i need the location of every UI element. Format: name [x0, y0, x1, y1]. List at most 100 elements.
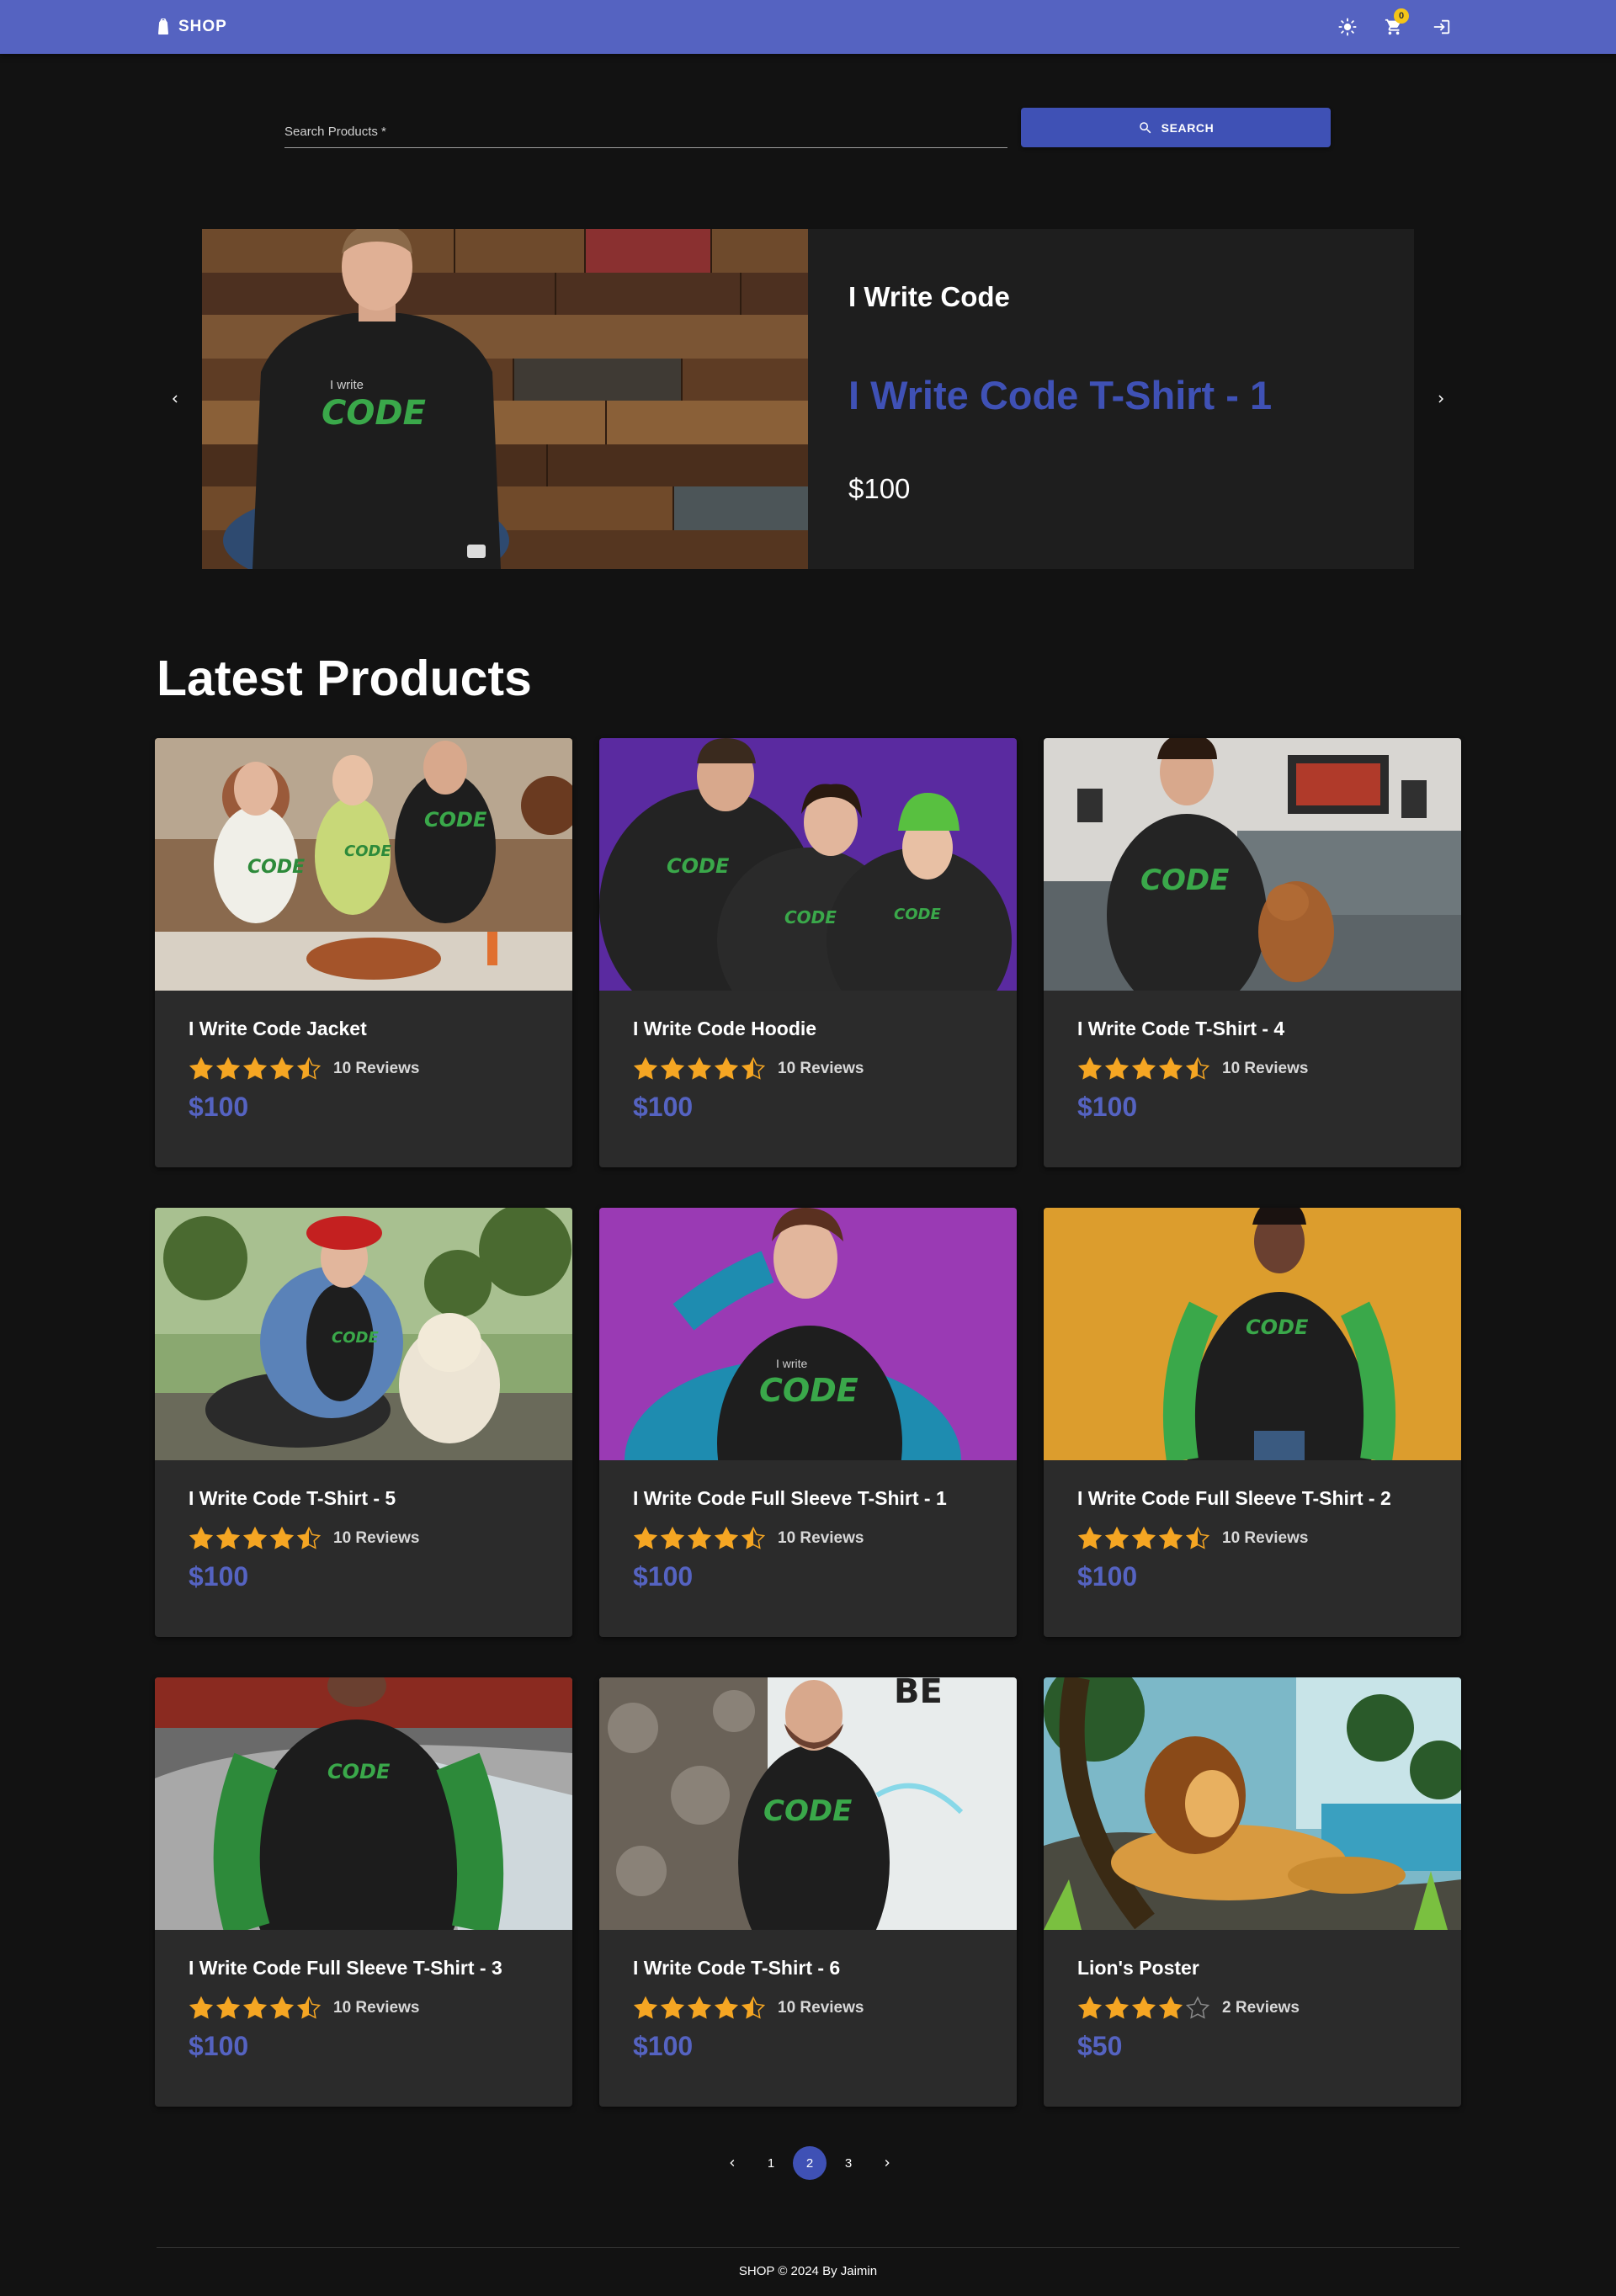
product-image[interactable] — [1044, 1677, 1461, 1930]
star-filled-icon — [242, 1056, 268, 1080]
pagination-next-button[interactable] — [870, 2146, 904, 2180]
product-card[interactable]: CODE I write I Write Code Full Sleeve T-Sh… — [599, 1208, 1017, 1637]
star-filled-icon — [1131, 1996, 1156, 2019]
star-filled-icon — [660, 1526, 685, 1549]
footer-copyright: SHOP © 2024 By Jaimin — [738, 2264, 878, 2278]
star-filled-icon — [242, 1526, 268, 1549]
product-image[interactable]: CODE CODE CODE — [155, 738, 572, 991]
star-filled-icon — [714, 1996, 739, 2019]
product-price: $100 — [633, 1561, 694, 1592]
product-price: $100 — [633, 1092, 694, 1122]
star-filled-icon — [269, 1996, 295, 2019]
star-filled-icon — [1077, 1526, 1103, 1549]
star-half-icon — [1185, 1056, 1210, 1080]
product-rating: 10 Reviews — [633, 1056, 864, 1082]
star-half-icon — [741, 1996, 766, 2019]
product-rating: 2 Reviews — [1077, 1996, 1300, 2021]
product-name[interactable]: I Write Code T-Shirt - 5 — [189, 1487, 396, 1510]
product-rating: 10 Reviews — [189, 1056, 419, 1082]
search-icon — [1139, 121, 1151, 133]
svg-text:CODE: CODE — [322, 394, 426, 433]
star-filled-icon — [215, 1996, 241, 2019]
product-image[interactable]: CODE — [1044, 738, 1461, 991]
product-name[interactable]: I Write Code Full Sleeve T-Shirt - 1 — [633, 1487, 947, 1510]
star-filled-icon — [269, 1056, 295, 1080]
product-rating: 10 Reviews — [189, 1526, 419, 1551]
product-card[interactable]: Lion's Poster 2 Reviews $50 — [1044, 1677, 1461, 2107]
star-filled-icon — [1158, 1996, 1183, 2019]
product-name[interactable]: I Write Code T-Shirt - 6 — [633, 1957, 840, 1980]
product-image[interactable]: CODE I write — [599, 1208, 1017, 1460]
svg-text:I write: I write — [776, 1357, 808, 1370]
svg-text:CODE: CODE — [1140, 864, 1229, 897]
product-image[interactable]: CODE — [155, 1208, 572, 1460]
star-filled-icon — [1131, 1056, 1156, 1080]
product-review-count: 10 Reviews — [333, 1060, 420, 1077]
product-review-count: 10 Reviews — [778, 1060, 864, 1077]
sun-icon — [1338, 18, 1357, 36]
carousel-prev-button[interactable] — [162, 385, 189, 412]
search-input[interactable] — [284, 118, 1007, 147]
product-name[interactable]: I Write Code T-Shirt - 4 — [1077, 1018, 1284, 1040]
search-button-label: SEARCH — [1161, 120, 1215, 135]
product-card[interactable]: CODE I Write Code Full Sleeve T-Shirt - 3… — [155, 1677, 572, 2107]
product-name[interactable]: I Write Code Full Sleeve T-Shirt - 2 — [1077, 1487, 1391, 1510]
product-card[interactable]: BE CODE I Write Code T-Shirt - 6 10 Reviews… — [599, 1677, 1017, 2107]
product-review-count: 10 Reviews — [778, 1999, 864, 2017]
product-image[interactable]: CODE CODE CODE — [599, 738, 1017, 991]
star-filled-icon — [1131, 1526, 1156, 1549]
star-half-icon — [1185, 1526, 1210, 1549]
product-name[interactable]: Lion's Poster — [1077, 1957, 1199, 1980]
product-review-count: 10 Reviews — [1222, 1529, 1309, 1547]
svg-text:I write: I write — [330, 378, 364, 392]
search-button[interactable]: SEARCH — [1021, 108, 1331, 147]
star-filled-icon — [687, 1526, 712, 1549]
star-filled-icon — [660, 1996, 685, 2019]
product-name[interactable]: I Write Code Jacket — [189, 1018, 367, 1040]
product-rating: 10 Reviews — [633, 1996, 864, 2021]
star-filled-icon — [714, 1056, 739, 1080]
top-app-bar: SHOP 0 — [0, 0, 1616, 54]
theme-toggle-button[interactable] — [1334, 13, 1361, 40]
svg-text:CODE: CODE — [344, 842, 391, 860]
star-filled-icon — [633, 1526, 658, 1549]
product-image[interactable]: CODE — [155, 1677, 572, 1930]
product-card[interactable]: CODE I Write Code T-Shirt - 5 10 Reviews $1… — [155, 1208, 572, 1637]
star-filled-icon — [1158, 1056, 1183, 1080]
pagination-page-1[interactable]: 1 — [754, 2146, 788, 2180]
pagination-page-3[interactable]: 3 — [832, 2146, 865, 2180]
product-rating: 10 Reviews — [189, 1996, 419, 2021]
product-card[interactable]: CODE I Write Code Full Sleeve T-Shirt - 2… — [1044, 1208, 1461, 1637]
product-price: $100 — [189, 2031, 249, 2061]
brand-link[interactable]: SHOP — [157, 16, 227, 38]
product-price: $100 — [1077, 1561, 1138, 1592]
product-rating: 10 Reviews — [1077, 1526, 1308, 1551]
carousel-title[interactable]: I Write Code T-Shirt - 1 — [848, 372, 1272, 418]
product-image[interactable]: BE CODE — [599, 1677, 1017, 1930]
carousel-price: $100 — [848, 473, 911, 504]
featured-carousel: I write CODE I Write Code I Write Code T… — [157, 229, 1459, 569]
pagination-page-2[interactable]: 2 — [793, 2146, 827, 2180]
cart-button[interactable]: 0 — [1380, 8, 1409, 40]
pagination-prev-button[interactable] — [715, 2146, 749, 2180]
product-card[interactable]: CODE CODE CODE I Write Code Jacket 10 Review… — [155, 738, 572, 1167]
search-field[interactable]: Search Products * — [284, 118, 1007, 148]
product-name[interactable]: I Write Code Full Sleeve T-Shirt - 3 — [189, 1957, 502, 1980]
chevron-right-icon — [1438, 395, 1443, 403]
product-card[interactable]: CODE CODE CODE I Write Code Hoodie 10 Review… — [599, 738, 1017, 1167]
carousel-slide[interactable]: I write CODE I Write Code I Write Code T… — [202, 229, 1414, 569]
product-card[interactable]: CODE I Write Code T-Shirt - 4 10 Reviews $1… — [1044, 738, 1461, 1167]
carousel-next-button[interactable] — [1427, 385, 1454, 412]
cart-count-badge: 0 — [1394, 8, 1409, 24]
star-filled-icon — [687, 1056, 712, 1080]
product-review-count: 10 Reviews — [1222, 1060, 1309, 1077]
product-price: $50 — [1077, 2031, 1123, 2061]
chevron-right-icon — [885, 2160, 890, 2166]
login-button[interactable] — [1428, 13, 1455, 40]
product-name[interactable]: I Write Code Hoodie — [633, 1018, 816, 1040]
star-filled-icon — [189, 1056, 214, 1080]
product-image[interactable]: CODE — [1044, 1208, 1461, 1460]
star-filled-icon — [215, 1056, 241, 1080]
star-empty-icon — [1185, 1996, 1210, 2019]
login-icon — [1433, 19, 1450, 35]
